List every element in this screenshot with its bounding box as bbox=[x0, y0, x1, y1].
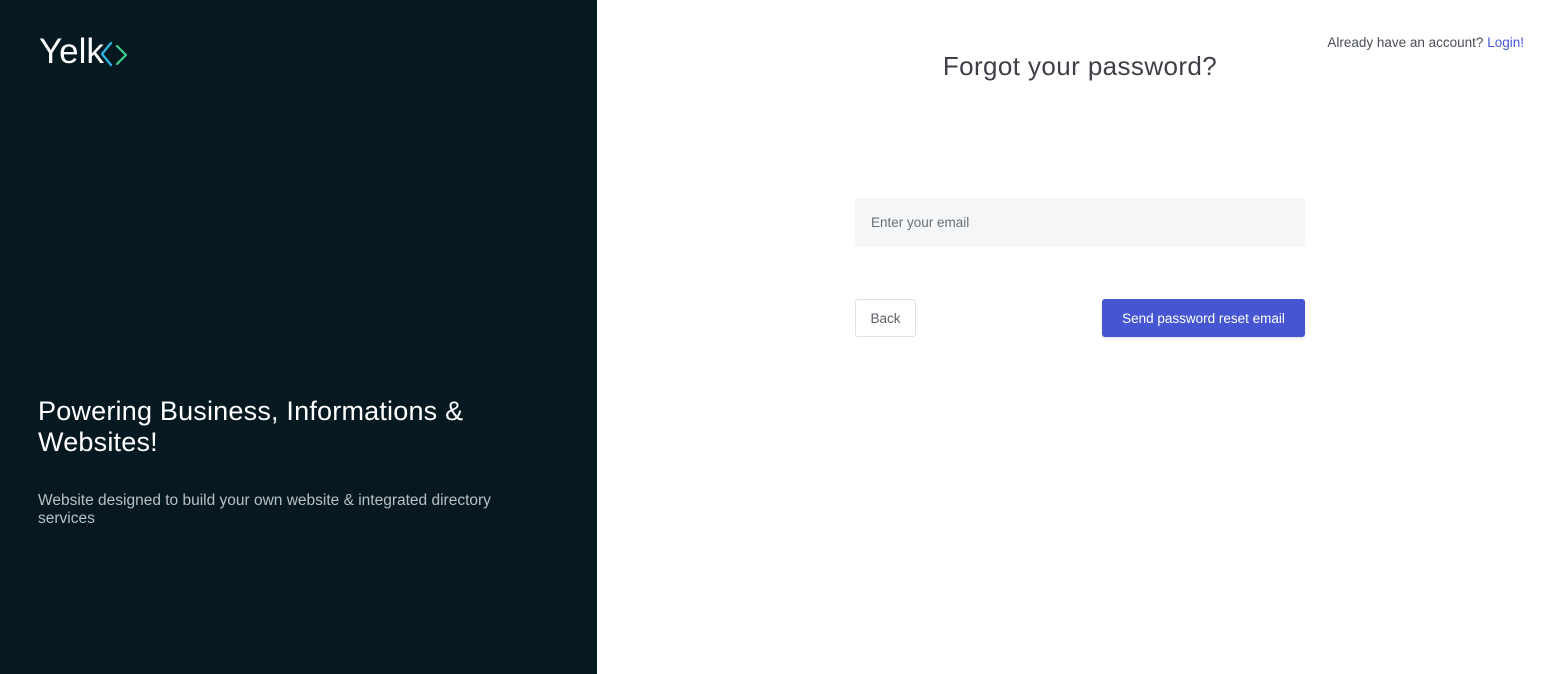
back-button[interactable]: Back bbox=[855, 299, 916, 337]
login-link[interactable]: Login! bbox=[1487, 35, 1524, 50]
send-reset-email-button[interactable]: Send password reset email bbox=[1102, 299, 1305, 337]
hero-subtitle: Website designed to build your own websi… bbox=[38, 492, 491, 527]
page-title: Forgot your password? bbox=[942, 51, 1218, 81]
yelk-logo[interactable]: Yelk bbox=[39, 30, 131, 72]
account-prompt-text: Already have an account? bbox=[1327, 35, 1484, 50]
logo-wordmark: Yelk bbox=[39, 32, 104, 71]
logo-icon: Yelk bbox=[39, 32, 128, 71]
email-field[interactable] bbox=[855, 198, 1305, 247]
account-prompt: Already have an account? Login! bbox=[1327, 35, 1524, 50]
forgot-password-page: Yelk Powering Business, Informations & W… bbox=[0, 0, 1552, 674]
form-panel: Already have an account? Login! Forgot y… bbox=[597, 0, 1552, 674]
hero-title: Powering Business, Informations & Websit… bbox=[38, 396, 464, 457]
brand-panel: Yelk Powering Business, Informations & W… bbox=[0, 0, 597, 674]
